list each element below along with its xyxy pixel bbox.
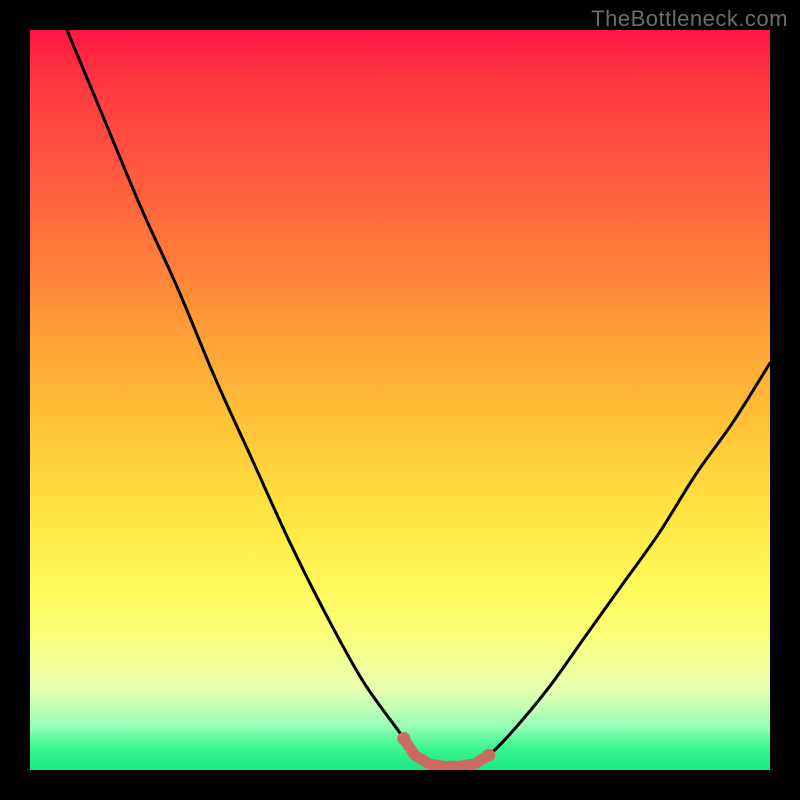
bottleneck-curve <box>30 30 770 770</box>
plot-area <box>30 30 770 770</box>
highlight-endpoint <box>397 732 410 745</box>
curve-path <box>67 30 770 767</box>
highlight-endpoint <box>482 749 495 762</box>
chart-frame: TheBottleneck.com <box>0 0 800 800</box>
highlight-segment <box>404 739 489 767</box>
watermark-text: TheBottleneck.com <box>591 6 788 32</box>
